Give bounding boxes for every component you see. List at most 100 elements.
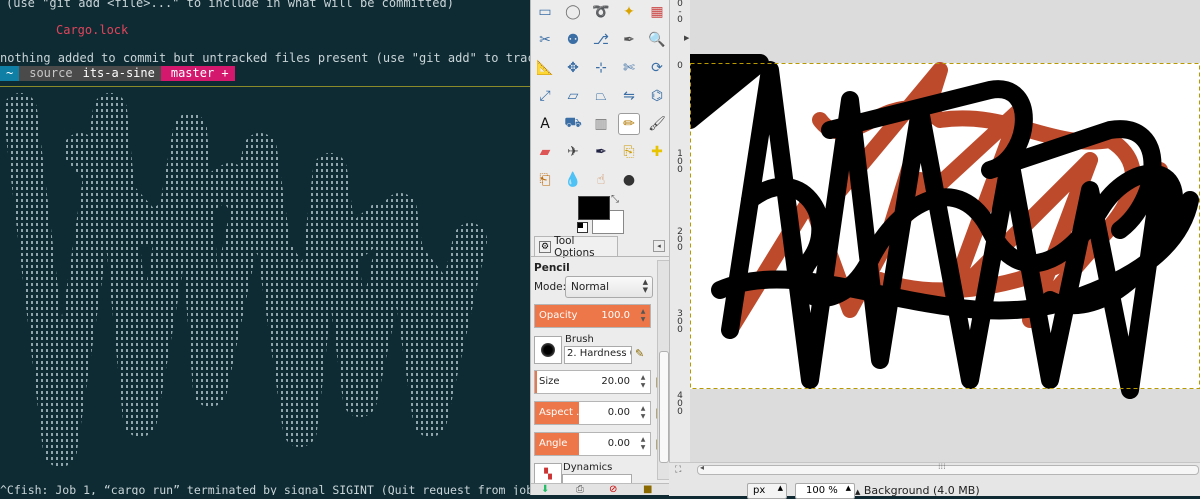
- perspective-icon[interactable]: ⏢: [590, 85, 612, 107]
- cage-icon[interactable]: ⌬: [646, 85, 668, 107]
- aspect-label: Aspect ...: [539, 407, 586, 418]
- perspective-clone-icon[interactable]: ⎗: [534, 169, 556, 191]
- zoom-value: 100 %: [806, 485, 838, 496]
- layer-info-text: Background (4.0 MB): [863, 484, 980, 497]
- terminal-window[interactable]: (use "git add <file>..." to include in w…: [0, 0, 530, 495]
- prompt-dir: its-a-sine: [78, 66, 161, 81]
- measure-icon[interactable]: 📐: [534, 57, 556, 79]
- pencil-icon[interactable]: ✏: [618, 113, 640, 135]
- angle-slider[interactable]: Angle 0.00 ▲ ▼: [534, 432, 651, 456]
- unit-select[interactable]: px ▲: [747, 483, 787, 499]
- paths-icon[interactable]: ⎇: [590, 29, 612, 51]
- mode-select[interactable]: Normal ▲ ▼: [565, 276, 653, 298]
- chevron-down-icon: ▲: [777, 484, 783, 492]
- scroll-left-icon[interactable]: ◂: [700, 463, 704, 472]
- color-select-icon[interactable]: ▦: [646, 1, 668, 23]
- opacity-slider[interactable]: Opacity 100.0 ▲ ▼: [534, 304, 651, 328]
- bucket-fill-icon[interactable]: ⛟: [562, 113, 584, 135]
- ruler-label: 3 0 0: [677, 309, 683, 335]
- ruler-label: 0: [677, 61, 683, 71]
- airbrush-icon[interactable]: ✈: [562, 141, 584, 163]
- horizontal-scrollbar[interactable]: ◂ ⁞⁞⁞: [697, 462, 1199, 475]
- opacity-label: Opacity: [539, 310, 578, 321]
- delete-options-icon[interactable]: ⊘: [609, 484, 617, 495]
- navigate-icon[interactable]: ⛶: [675, 465, 681, 475]
- blend-icon[interactable]: ▥: [590, 113, 612, 135]
- blur-icon[interactable]: 💧: [562, 169, 584, 191]
- move-icon[interactable]: ✥: [562, 57, 584, 79]
- zoom-select[interactable]: 100 % ▲: [795, 483, 855, 499]
- spin-arrows-icon[interactable]: ▲ ▼: [638, 436, 648, 452]
- scissors-icon[interactable]: ✂: [534, 29, 556, 51]
- reset-options-icon[interactable]: ■: [643, 484, 652, 495]
- panel-menu-icon[interactable]: ◂: [653, 240, 665, 252]
- align-icon[interactable]: ⊹: [590, 57, 612, 79]
- tool-options-icon: ⚙: [539, 241, 552, 253]
- brush-name-field[interactable]: 2. Hardness 0: [564, 346, 632, 364]
- tool-name: Pencil: [534, 262, 570, 274]
- text-icon[interactable]: A: [534, 113, 556, 135]
- mode-value: Normal: [571, 281, 609, 293]
- fuzzy-select-icon[interactable]: ✦: [618, 1, 640, 23]
- terminal-line: (use "git add <file>..." to include in w…: [6, 0, 454, 10]
- terminal-divider: [0, 86, 530, 87]
- eraser-icon[interactable]: ▰: [534, 141, 556, 163]
- ruler-arrow-icon: ▶: [684, 34, 690, 42]
- foreground-select-icon[interactable]: ⚉: [562, 29, 584, 51]
- scroll-grip-icon: ⁞⁞⁞: [938, 462, 946, 471]
- image-canvas-area[interactable]: [690, 0, 1200, 462]
- dodge-burn-icon[interactable]: ●: [618, 169, 640, 191]
- unit-value: px: [753, 485, 766, 496]
- aspect-slider[interactable]: Aspect ... 0.00 ▲ ▼: [534, 401, 651, 425]
- ascii-art-scribble: [3, 93, 487, 467]
- shear-icon[interactable]: ▱: [562, 85, 584, 107]
- options-bottom-bar: ⬇ ⎙ ⊘ ■: [531, 483, 670, 495]
- color-picker-icon[interactable]: ✒: [618, 29, 640, 51]
- terminal-status-line: ^Cfish: Job 1, “cargo run” terminated by…: [0, 483, 530, 495]
- brush-label: Brush: [565, 334, 594, 345]
- paintbrush-icon[interactable]: 🖌: [646, 113, 668, 135]
- prompt-home: ~: [0, 66, 20, 81]
- ruler-label: 4 0 0: [677, 391, 683, 417]
- heal-icon[interactable]: ✚: [646, 141, 668, 163]
- brush-name: 2. Hardness 0: [567, 348, 632, 359]
- zoom-icon[interactable]: 🔍: [646, 29, 668, 51]
- ellipse-select-icon[interactable]: ◯: [562, 1, 584, 23]
- size-slider[interactable]: Size 20.00 ▲ ▼: [534, 370, 651, 394]
- prompt-dir: source: [19, 66, 79, 81]
- swap-colors-icon[interactable]: ⤡: [611, 194, 619, 205]
- ruler-label: 0 - 0: [677, 0, 683, 25]
- default-colors-icon[interactable]: [577, 222, 588, 233]
- image-canvas[interactable]: [690, 0, 1200, 462]
- ruler-label: 2 0 0: [677, 227, 683, 253]
- ink-icon[interactable]: ✒: [590, 141, 612, 163]
- terminal-line: nothing added to commit but untracked fi…: [0, 51, 530, 65]
- prompt-git-branch: master +: [160, 66, 235, 81]
- opacity-value: 100.0: [601, 310, 630, 321]
- image-statusbar: ⛶ ◂ ⁞⁞⁞ px ▲ 100 % ▲ ▲ Background (4.0 M…: [669, 462, 1200, 499]
- rect-select-icon[interactable]: ▭: [534, 1, 556, 23]
- clone-icon[interactable]: ⎘: [618, 141, 640, 163]
- scrollbar-thumb[interactable]: [659, 351, 669, 463]
- ruler-label: 1 0 0: [677, 149, 683, 175]
- scale-icon[interactable]: ⤢: [534, 85, 556, 107]
- layer-info: ▲ Background (4.0 MB): [855, 484, 980, 497]
- smudge-icon[interactable]: ☝: [590, 169, 612, 191]
- vertical-ruler[interactable]: 0 - 0 0 1 0 0 2 0 0 3 0 0 4 0 0 ▶: [669, 0, 691, 495]
- spin-arrows-icon[interactable]: ▲ ▼: [638, 308, 648, 324]
- spin-arrows-icon[interactable]: ▲ ▼: [638, 374, 648, 390]
- flip-icon[interactable]: ⇋: [618, 85, 640, 107]
- mode-label: Mode:: [534, 281, 567, 293]
- rotate-icon[interactable]: ⟳: [646, 57, 668, 79]
- dynamics-label: Dynamics: [563, 462, 613, 473]
- tab-tool-options[interactable]: ⚙ Tool Options: [534, 235, 618, 259]
- brush-preview[interactable]: [534, 336, 562, 364]
- fg-color-swatch[interactable]: [578, 196, 610, 220]
- free-select-icon[interactable]: ➰: [590, 1, 612, 23]
- spin-arrows-icon[interactable]: ▲ ▼: [638, 405, 648, 421]
- crop-icon[interactable]: ✄: [618, 57, 640, 79]
- chevron-down-icon: ▲: [845, 484, 851, 492]
- restore-options-icon[interactable]: ⎙: [576, 484, 584, 495]
- save-options-icon[interactable]: ⬇: [541, 484, 549, 495]
- edit-brush-icon[interactable]: ✎: [635, 347, 644, 360]
